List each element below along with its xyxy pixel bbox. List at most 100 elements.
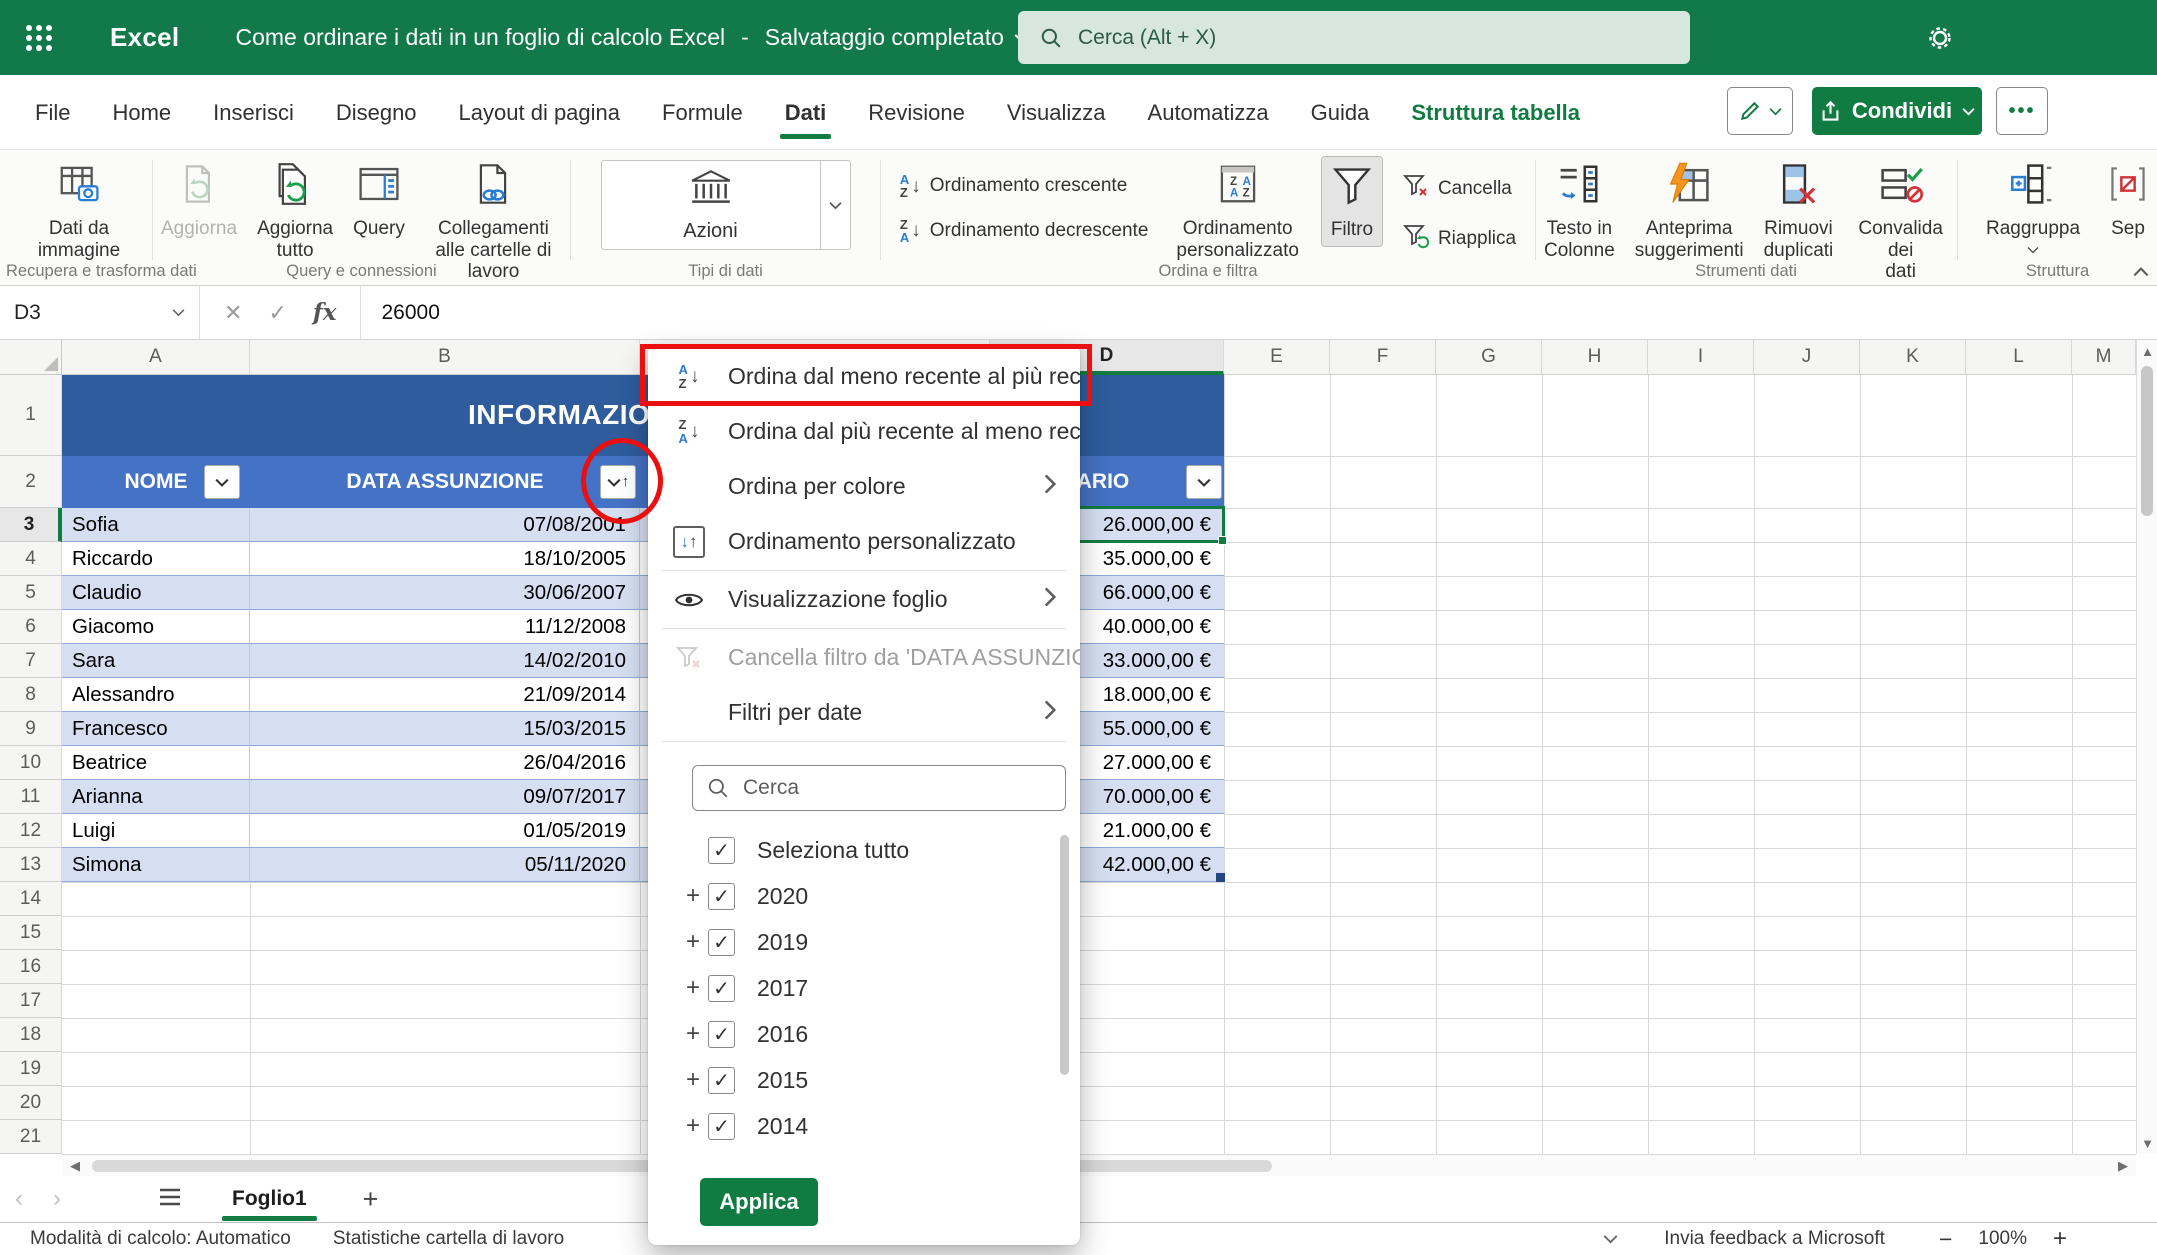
row-header-20[interactable]: 20 — [0, 1086, 62, 1120]
table-cell-date[interactable]: 30/06/2007 — [250, 576, 640, 610]
zoom-in-button[interactable]: + — [2053, 1225, 2067, 1253]
expand-icon[interactable]: + — [678, 974, 708, 1002]
checkbox-checked[interactable]: ✓ — [708, 1021, 735, 1048]
table-cell-name[interactable]: Arianna — [62, 780, 250, 814]
workbook-stats-status[interactable]: Statistiche cartella di lavoro — [333, 1228, 564, 1250]
filter-search-input[interactable]: Cerca — [692, 765, 1066, 811]
ungroup-button[interactable]: Sep — [2100, 156, 2156, 245]
filter-year-2015[interactable]: +✓2015 — [648, 1057, 1080, 1103]
ribbon-tab-inserisci[interactable]: Inserisci — [192, 85, 315, 141]
menu-item-2[interactable]: Ordina per colore — [648, 459, 1080, 514]
row-header-19[interactable]: 19 — [0, 1052, 62, 1086]
scroll-down-icon[interactable]: ▼ — [2137, 1134, 2157, 1152]
data-types-gallery[interactable]: Azioni — [601, 160, 851, 250]
zoom-out-button[interactable]: − — [1939, 1226, 1952, 1253]
row-header-9[interactable]: 9 — [0, 712, 62, 746]
filter-dropdown-salario-icon[interactable] — [1186, 465, 1222, 499]
column-header-L[interactable]: L — [1966, 340, 2072, 375]
row-header-3[interactable]: 3 — [0, 508, 62, 542]
table-cell-name[interactable]: Simona — [62, 848, 250, 882]
cancel-entry-icon[interactable]: ✕ — [224, 300, 242, 326]
menu-item-3[interactable]: ↓↑Ordinamento personalizzato — [648, 514, 1080, 569]
chevron-down-icon[interactable] — [1603, 1234, 1618, 1244]
ribbon-tab-struttura-tabella[interactable]: Struttura tabella — [1390, 85, 1601, 141]
menu-item-5[interactable]: Visualizzazione foglio — [648, 572, 1080, 627]
column-header-M[interactable]: M — [2072, 340, 2136, 375]
row-header-5[interactable]: 5 — [0, 576, 62, 610]
row-header-13[interactable]: 13 — [0, 848, 62, 882]
table-cell-name[interactable]: Riccardo — [62, 542, 250, 576]
formula-input[interactable]: 26000 — [361, 286, 2157, 339]
table-cell-date[interactable]: 14/02/2010 — [250, 644, 640, 678]
row-header-4[interactable]: 4 — [0, 542, 62, 576]
column-header-A[interactable]: A — [62, 340, 250, 375]
remove-duplicates-button[interactable]: Rimuovi duplicati — [1756, 156, 1842, 266]
table-cell-date[interactable]: 07/08/2001 — [250, 508, 640, 542]
column-header-E[interactable]: E — [1224, 340, 1330, 375]
menu-item-0[interactable]: AZ↓Ordina dal meno recente al più recen — [648, 349, 1080, 404]
column-header-I[interactable]: I — [1648, 340, 1754, 375]
sheet-tab-foglio1[interactable]: Foglio1 — [228, 1181, 311, 1217]
table-cell-name[interactable]: Luigi — [62, 814, 250, 848]
expand-icon[interactable]: + — [678, 928, 708, 956]
row-header-2[interactable]: 2 — [0, 456, 62, 508]
table-cell-date[interactable]: 11/12/2008 — [250, 610, 640, 644]
sheet-list-icon[interactable] — [158, 1187, 182, 1212]
column-header-G[interactable]: G — [1436, 340, 1542, 375]
draw-mode-button[interactable] — [1727, 87, 1793, 135]
table-cell-date[interactable]: 18/10/2005 — [250, 542, 640, 576]
row-header-6[interactable]: 6 — [0, 610, 62, 644]
app-launcher-waffle-icon[interactable] — [16, 15, 62, 61]
row-header-21[interactable]: 21 — [0, 1120, 62, 1154]
menu-item-8[interactable]: Filtri per date — [648, 685, 1080, 740]
row-header-1[interactable]: 1 — [0, 375, 62, 456]
filter-year-2020[interactable]: +✓2020 — [648, 873, 1080, 919]
checkbox-checked[interactable]: ✓ — [708, 1067, 735, 1094]
refresh-all-button[interactable]: Aggiorna tutto — [249, 156, 341, 266]
calc-mode-status[interactable]: Modalità di calcolo: Automatico — [30, 1228, 291, 1250]
checkbox-checked[interactable]: ✓ — [708, 837, 735, 864]
apply-filter-button[interactable]: Applica — [700, 1178, 818, 1226]
table-header-data-assunzione[interactable]: DATA ASSUNZIONE — [250, 456, 640, 508]
expand-icon[interactable]: + — [678, 1066, 708, 1094]
row-header-11[interactable]: 11 — [0, 780, 62, 814]
ribbon-tab-dati[interactable]: Dati — [764, 85, 848, 141]
name-box[interactable]: D3 — [0, 286, 200, 339]
prev-sheet-icon[interactable]: ‹ — [0, 1185, 38, 1213]
more-ribbon-options-button[interactable]: ••• — [1996, 87, 2048, 135]
vertical-scrollbar[interactable]: ▲ ▼ — [2136, 340, 2157, 1154]
checkbox-checked[interactable]: ✓ — [708, 1113, 735, 1140]
insert-function-icon[interactable]: fx — [313, 299, 337, 326]
custom-sort-button[interactable]: ZAAZ Ordinamento personalizzato — [1168, 156, 1307, 266]
checkbox-checked[interactable]: ✓ — [708, 883, 735, 910]
scroll-left-icon[interactable]: ◀ — [66, 1158, 84, 1174]
row-header-16[interactable]: 16 — [0, 950, 62, 984]
filter-dropdown-nome-icon[interactable] — [204, 465, 240, 499]
table-cell-date[interactable]: 15/03/2015 — [250, 712, 640, 746]
table-cell-name[interactable]: Claudio — [62, 576, 250, 610]
ribbon-tab-revisione[interactable]: Revisione — [847, 85, 986, 141]
feedback-link[interactable]: Invia feedback a Microsoft — [1664, 1228, 1885, 1250]
table-cell-name[interactable]: Giacomo — [62, 610, 250, 644]
sort-ascending-button[interactable]: AZ↓ Ordinamento crescente — [894, 170, 1155, 203]
column-header-H[interactable]: H — [1542, 340, 1648, 375]
table-cell-date[interactable]: 26/04/2016 — [250, 746, 640, 780]
expand-icon[interactable]: + — [678, 1020, 708, 1048]
table-cell-date[interactable]: 09/07/2017 — [250, 780, 640, 814]
row-header-12[interactable]: 12 — [0, 814, 62, 848]
collapse-ribbon-icon[interactable] — [2133, 264, 2149, 282]
column-header-K[interactable]: K — [1860, 340, 1966, 375]
next-sheet-icon[interactable]: › — [38, 1185, 76, 1213]
reapply-filter-button[interactable]: Riapplica — [1397, 220, 1522, 258]
row-header-18[interactable]: 18 — [0, 1018, 62, 1052]
filter-list-scroll-thumb[interactable] — [1060, 835, 1069, 1075]
data-from-image-button[interactable]: Dati da immagine — [30, 156, 128, 266]
group-button[interactable]: Raggruppa — [1978, 156, 2088, 259]
ribbon-tab-disegno[interactable]: Disegno — [315, 85, 438, 141]
filter-dropdown-data-assunzione-icon[interactable]: ↑ — [600, 465, 636, 499]
filter-year-2017[interactable]: +✓2017 — [648, 965, 1080, 1011]
vertical-scroll-thumb[interactable] — [2141, 366, 2153, 516]
add-sheet-icon[interactable]: + — [363, 1184, 379, 1215]
row-header-7[interactable]: 7 — [0, 644, 62, 678]
ribbon-tab-layout-di-pagina[interactable]: Layout di pagina — [438, 85, 641, 141]
